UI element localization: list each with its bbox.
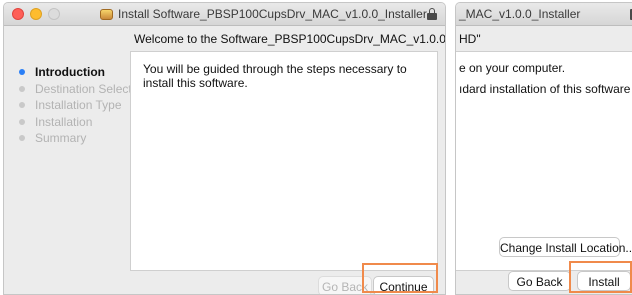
lock-icon[interactable] — [427, 8, 437, 20]
installer-window: Install Software_PBSP100CupsDrv_MAC_v1.0… — [3, 2, 446, 295]
title-bar[interactable]: _MAC_v1.0.0_Installer — [456, 3, 632, 26]
content-panel: You will be guided through the steps nec… — [130, 51, 438, 271]
step-bullet-icon — [19, 135, 25, 141]
destination-heading: HD" — [459, 32, 481, 46]
window-title: _MAC_v1.0.0_Installer — [459, 7, 581, 21]
step-bullet-icon — [19, 85, 25, 92]
installer-package-icon — [100, 8, 113, 20]
intro-text: You will be guided through the steps nec… — [143, 62, 407, 90]
title-bar[interactable]: Install Software_PBSP100CupsDrv_MAC_v1.0… — [4, 3, 445, 26]
step-summary: Summary — [17, 130, 132, 146]
continue-highlight-box — [362, 263, 438, 293]
install-description-text: ıdard installation of this software on — [459, 82, 632, 96]
step-destination-select: Destination Select — [17, 81, 132, 97]
go-back-button[interactable]: Go Back — [508, 271, 571, 291]
step-bullet-icon — [19, 118, 25, 125]
step-installation-type: Installation Type — [17, 97, 132, 113]
step-introduction: Introduction — [17, 64, 132, 80]
active-step-bullet-icon — [19, 69, 25, 75]
install-highlight-box — [569, 261, 632, 293]
steps-sidebar: Introduction Destination Select Installa… — [17, 64, 132, 147]
change-install-location-button[interactable]: Change Install Location... — [499, 237, 632, 257]
window-title: Install Software_PBSP100CupsDrv_MAC_v1.0… — [118, 7, 427, 21]
minimize-window-button[interactable] — [30, 8, 42, 20]
step-bullet-icon — [19, 102, 25, 108]
zoom-window-button — [48, 8, 60, 20]
installer-window-cropped: _MAC_v1.0.0_Installer HD" e on your comp… — [455, 2, 632, 295]
step-installation: Installation — [17, 114, 132, 130]
space-required-text: e on your computer. — [459, 61, 566, 75]
page-heading: Welcome to the Software_PBSP100CupsDrv_M… — [134, 32, 446, 46]
close-window-button[interactable] — [12, 8, 24, 20]
